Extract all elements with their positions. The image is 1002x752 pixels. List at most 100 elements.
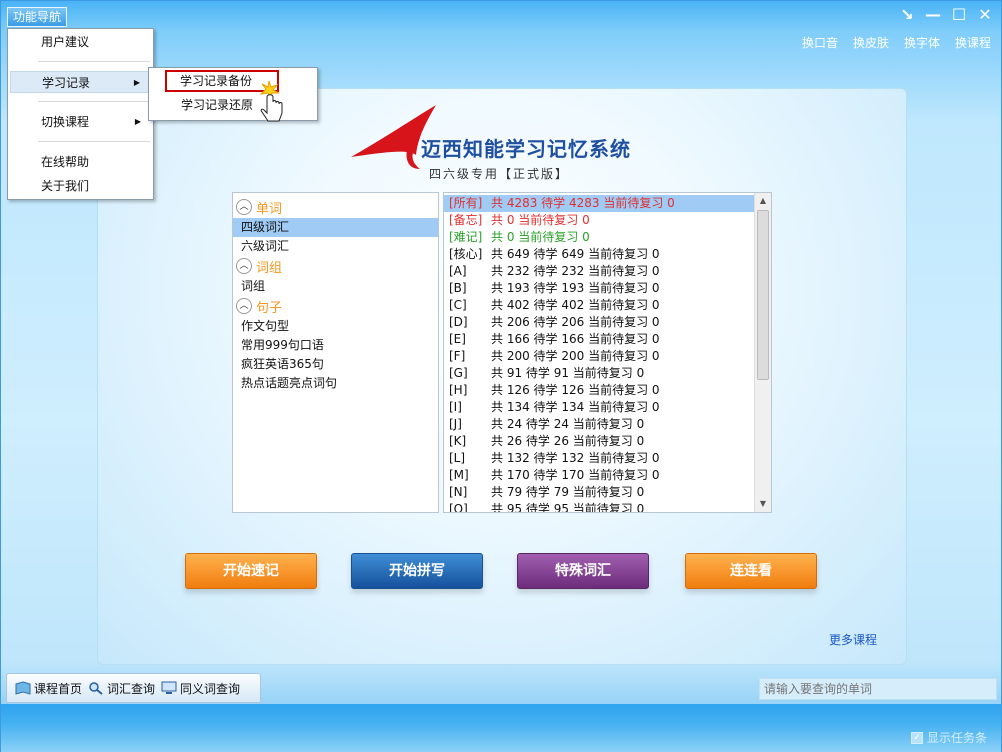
show-taskbar-toggle[interactable]: ✓ 显示任务条 xyxy=(910,729,987,746)
start-spelling-button[interactable]: 开始拼写 xyxy=(351,553,483,589)
stats-rows: [所有] 共 4283 待学 4283 当前待复习 0 [备忘] 共 0 当前待复习 … xyxy=(444,195,754,513)
stats-row-tag: [N] xyxy=(449,485,468,499)
stats-row-tag: [L] xyxy=(449,451,466,465)
group-phrases[interactable]: ︿ 词组 xyxy=(233,256,438,276)
tab-vocab-search[interactable]: 词汇查询 xyxy=(88,680,155,697)
minimize-icon[interactable]: — xyxy=(923,5,943,25)
change-accent-link[interactable]: 换口音 xyxy=(802,34,838,51)
group-label: 句子 xyxy=(256,300,283,316)
change-course-link[interactable]: 换课程 xyxy=(955,34,991,51)
scroll-up-icon[interactable]: ▲ xyxy=(755,193,771,209)
stats-row-text: 共 126 待学 126 当前待复习 0 xyxy=(491,383,660,397)
tab-synonym-search[interactable]: 同义词查询 xyxy=(161,680,240,697)
menu-item-about-us[interactable]: 关于我们 xyxy=(10,175,151,197)
group-label: 词组 xyxy=(256,260,283,276)
stats-row[interactable]: [O] 共 95 待学 95 当前待复习 0 xyxy=(444,501,754,513)
stats-row[interactable]: [C] 共 402 待学 402 当前待复习 0 xyxy=(444,297,754,314)
stats-row-tag: [难记] xyxy=(449,230,483,244)
stats-row[interactable]: [I] 共 134 待学 134 当前待复习 0 xyxy=(444,399,754,416)
stats-row-tag: [备忘] xyxy=(449,213,483,227)
scroll-down-icon[interactable]: ▼ xyxy=(755,496,771,512)
stats-row[interactable]: [D] 共 206 待学 206 当前待复习 0 xyxy=(444,314,754,331)
scrollbar[interactable]: ▲ ▼ xyxy=(754,193,771,512)
stats-row[interactable]: [J] 共 24 待学 24 当前待复习 0 xyxy=(444,416,754,433)
tab-label: 同义词查询 xyxy=(180,681,241,696)
stats-row[interactable]: [F] 共 200 待学 200 当前待复习 0 xyxy=(444,348,754,365)
word-search-input[interactable] xyxy=(759,678,997,700)
stats-row[interactable]: [N] 共 79 待学 79 当前待复习 0 xyxy=(444,484,754,501)
app-window: 功能导航 ↘ — ☐ ✕ 换口音 换皮肤 换字体 换课程 迈西知能学习记忆系统 … xyxy=(0,0,1002,752)
list-item-hot-topics[interactable]: 热点话题亮点词句 xyxy=(233,374,438,393)
match-game-button[interactable]: 连连看 xyxy=(685,553,817,589)
status-bar xyxy=(1,704,1001,752)
course-list: ︿ 单词 四级词汇 六级词汇 ︿ 词组 词组 ︿ 句子 作文句型 常用999句口… xyxy=(232,192,439,513)
more-courses-link[interactable]: 更多课程 xyxy=(829,631,877,648)
tab-label: 词汇查询 xyxy=(107,681,156,696)
stats-row[interactable]: [L] 共 132 待学 132 当前待复习 0 xyxy=(444,450,754,467)
special-vocab-button[interactable]: 特殊词汇 xyxy=(517,553,649,589)
stats-row-text: 共 79 待学 79 当前待复习 0 xyxy=(491,485,645,499)
stats-row-text: 共 26 待学 26 当前待复习 0 xyxy=(491,434,645,448)
top-links: 换口音 换皮肤 换字体 换课程 xyxy=(802,34,991,51)
stats-row-text: 共 166 待学 166 当前待复习 0 xyxy=(491,332,660,346)
hand-cursor-icon xyxy=(259,80,283,122)
list-item-999-oral[interactable]: 常用999句口语 xyxy=(233,336,438,355)
list-item-cet4-vocab[interactable]: 四级词汇 xyxy=(233,218,438,237)
stats-row[interactable]: [E] 共 166 待学 166 当前待复习 0 xyxy=(444,331,754,348)
stats-row[interactable]: [G] 共 91 待学 91 当前待复习 0 xyxy=(444,365,754,382)
stats-row[interactable]: [K] 共 26 待学 26 当前待复习 0 xyxy=(444,433,754,450)
group-words[interactable]: ︿ 单词 xyxy=(233,197,438,217)
function-nav-button[interactable]: 功能导航 xyxy=(7,7,67,27)
stats-row-text: 共 206 待学 206 当前待复习 0 xyxy=(491,315,660,329)
list-item-cet6-vocab[interactable]: 六级词汇 xyxy=(233,237,438,256)
stats-row-tag: [所有] xyxy=(449,196,483,210)
checkbox-icon[interactable]: ✓ xyxy=(910,731,923,744)
menu-item-online-help[interactable]: 在线帮助 xyxy=(10,151,151,173)
change-skin-link[interactable]: 换皮肤 xyxy=(853,34,889,51)
start-quick-memory-button[interactable]: 开始速记 xyxy=(185,553,317,589)
menu-item-label: 用户建议 xyxy=(41,35,90,49)
collapse-chevron-icon[interactable]: ︿ xyxy=(236,298,252,314)
menu-item-switch-course[interactable]: 切换课程 ▶ xyxy=(10,111,151,133)
stats-row-tag: [M] xyxy=(449,468,469,482)
group-sentences[interactable]: ︿ 句子 xyxy=(233,296,438,316)
collapse-chevron-icon[interactable]: ︿ xyxy=(236,199,252,215)
list-item-crazy-english[interactable]: 疯狂英语365句 xyxy=(233,355,438,374)
stats-row-tag: [F] xyxy=(449,349,466,363)
scroll-thumb[interactable] xyxy=(757,210,769,380)
stats-row-text: 共 24 待学 24 当前待复习 0 xyxy=(491,417,645,431)
collapse-chevron-icon[interactable]: ︿ xyxy=(236,258,252,274)
menu-item-user-feedback[interactable]: 用户建议 xyxy=(10,31,151,53)
change-font-link[interactable]: 换字体 xyxy=(904,34,940,51)
stats-row[interactable]: [难记] 共 0 当前待复习 0 xyxy=(444,229,754,246)
list-item-essay-patterns[interactable]: 作文句型 xyxy=(233,317,438,336)
close-icon[interactable]: ✕ xyxy=(975,5,995,25)
stats-row-text: 共 132 待学 132 当前待复习 0 xyxy=(491,451,660,465)
stats-row-text: 共 402 待学 402 当前待复习 0 xyxy=(491,298,660,312)
menu-separator xyxy=(38,141,150,142)
stats-row-tag: [K] xyxy=(449,434,467,448)
stats-row[interactable]: [备忘] 共 0 当前待复习 0 xyxy=(444,212,754,229)
stats-row[interactable]: [核心] 共 649 待学 649 当前待复习 0 xyxy=(444,246,754,263)
stats-row[interactable]: [B] 共 193 待学 193 当前待复习 0 xyxy=(444,280,754,297)
window-controls: ↘ — ☐ ✕ xyxy=(897,5,995,25)
group-label: 单词 xyxy=(256,201,283,217)
stats-row[interactable]: [所有] 共 4283 待学 4283 当前待复习 0 xyxy=(444,195,754,212)
list-item-phrases[interactable]: 词组 xyxy=(233,277,438,296)
stats-row[interactable]: [H] 共 126 待学 126 当前待复习 0 xyxy=(444,382,754,399)
stats-row-text: 共 0 当前待复习 0 xyxy=(491,213,590,227)
stats-row-tag: [O] xyxy=(449,502,468,513)
menu-item-restore-records[interactable]: 学习记录还原 xyxy=(151,94,253,116)
stats-row-tag: [B] xyxy=(449,281,467,295)
magnifier-icon xyxy=(89,682,103,695)
stats-row-tag: [C] xyxy=(449,298,467,312)
tab-course-home[interactable]: 课程首页 xyxy=(15,680,82,697)
tab-label: 课程首页 xyxy=(34,681,83,696)
maximize-icon[interactable]: ☐ xyxy=(949,5,969,25)
menu-item-study-records[interactable]: 学习记录 ▶ xyxy=(10,71,151,93)
mini-mode-icon[interactable]: ↘ xyxy=(897,5,917,25)
stats-row-text: 共 134 待学 134 当前待复习 0 xyxy=(491,400,660,414)
stats-row[interactable]: [M] 共 170 待学 170 当前待复习 0 xyxy=(444,467,754,484)
stats-row[interactable]: [A] 共 232 待学 232 当前待复习 0 xyxy=(444,263,754,280)
stats-row-text: 共 0 当前待复习 0 xyxy=(491,230,590,244)
